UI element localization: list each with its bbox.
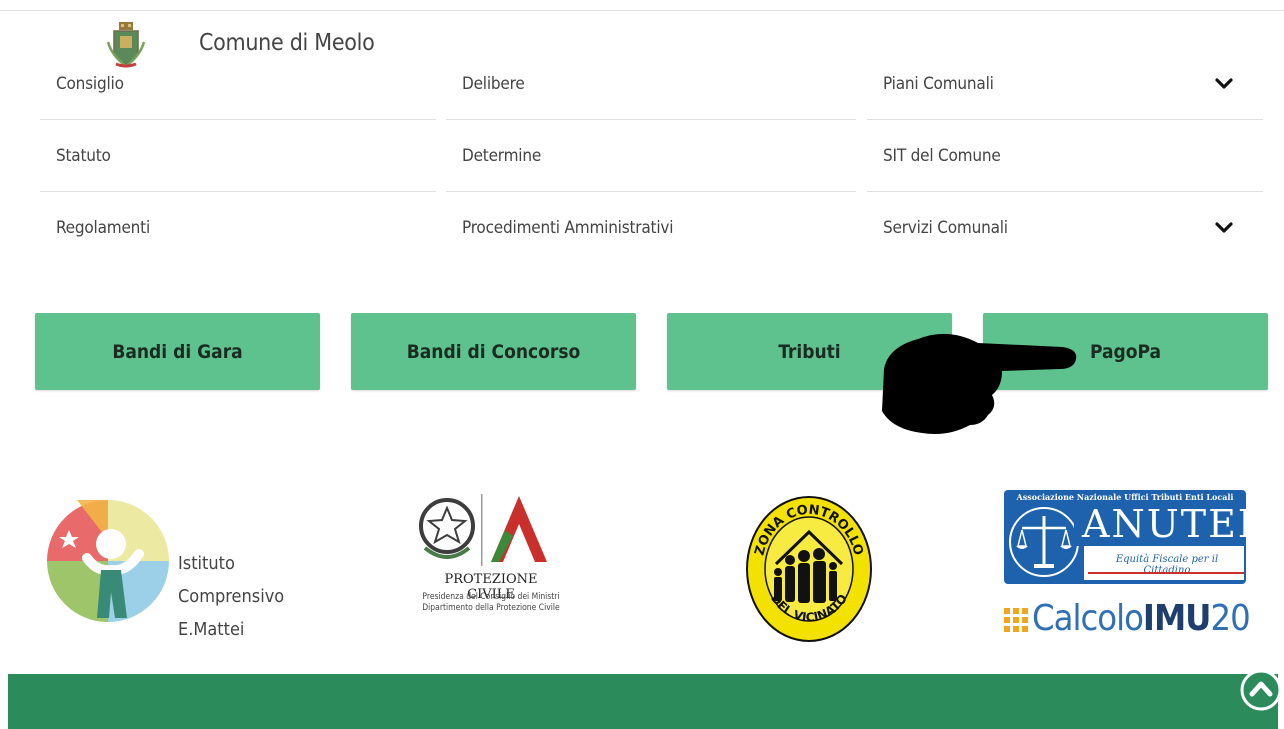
footer-bar — [8, 674, 1278, 729]
menu-item-sit-del-comune[interactable]: SIT del Comune — [867, 120, 1263, 192]
menu-item-procedimenti-amministrativi[interactable]: Procedimenti Amministrativi — [446, 192, 856, 264]
istituto-line-2: Comprensivo — [178, 586, 285, 607]
calcolo-part: Calcolo — [1032, 598, 1144, 639]
imu-part: IMU — [1142, 598, 1212, 639]
menu-item-delibere[interactable]: Delibere — [446, 48, 856, 120]
menu-label: Procedimenti Amministrativi — [462, 218, 674, 238]
calcolo-imu-text: CalcoloIMU20 — [1032, 598, 1251, 639]
protezione-civile-logo[interactable]: PROTEZIONE CIVILE Presidenza del Consigl… — [415, 490, 565, 630]
istituto-line-3: E.Mattei — [178, 619, 245, 640]
chevron-down-icon[interactable] — [1213, 217, 1235, 239]
chevron-up-circle-icon[interactable] — [1240, 669, 1282, 711]
protezione-civile-subtitle: Presidenza del Consiglio dei Ministri Di… — [415, 592, 567, 614]
istituto-line-1: Istituto — [178, 553, 235, 574]
istituto-comprensivo-logo[interactable] — [47, 500, 169, 622]
menu-item-regolamenti[interactable]: Regolamenti — [40, 192, 436, 264]
menu-item-determine[interactable]: Determine — [446, 120, 856, 192]
menu-item-piani-comunali[interactable]: Piani Comunali — [867, 48, 1263, 120]
bandi-di-concorso-button[interactable]: Bandi di Concorso — [351, 313, 636, 390]
menu-label: Piani Comunali — [883, 73, 994, 94]
pointing-hand-icon — [882, 333, 1077, 434]
istituto-comprensivo-text[interactable]: Istituto Comprensivo E.Mattei — [178, 547, 284, 646]
anutel-logo[interactable]: Associazione Nazionale Uffici Tributi En… — [1004, 490, 1246, 584]
calcolo-imu-logo[interactable]: CalcoloIMU20 — [1004, 598, 1254, 642]
menu-item-consiglio[interactable]: Consiglio — [40, 48, 436, 120]
protezione-sub-2: Dipartimento della Protezione Civile — [422, 603, 560, 613]
protezione-sub-1: Presidenza del Consiglio dei Ministri — [422, 592, 560, 602]
grid-icon — [1004, 608, 1028, 632]
menu-label: Determine — [462, 145, 542, 166]
menu-label: Servizi Comunali — [883, 218, 1008, 238]
anutel-red-rule — [1088, 572, 1244, 574]
italian-emblem-icon — [419, 494, 547, 566]
menu-item-servizi-comunali[interactable]: Servizi Comunali — [867, 192, 1263, 264]
scales-of-justice-icon — [1009, 507, 1079, 577]
menu-label: SIT del Comune — [883, 145, 1001, 166]
year-part: 20 — [1210, 598, 1250, 639]
menu-label: Delibere — [462, 73, 525, 94]
chevron-down-icon[interactable] — [1213, 73, 1235, 95]
menu-label: Consiglio — [56, 73, 124, 94]
menu-label: Regolamenti — [56, 218, 151, 238]
bandi-di-gara-button[interactable]: Bandi di Gara — [35, 313, 320, 390]
menu-item-statuto[interactable]: Statuto — [40, 120, 436, 192]
anutel-name: ANUTEL — [1082, 502, 1246, 546]
zona-controllo-vicinato-logo[interactable]: ZONA CONTROLLO DEL VICINATO — [744, 494, 874, 644]
top-divider — [0, 10, 1284, 11]
menu-label: Statuto — [56, 145, 111, 166]
